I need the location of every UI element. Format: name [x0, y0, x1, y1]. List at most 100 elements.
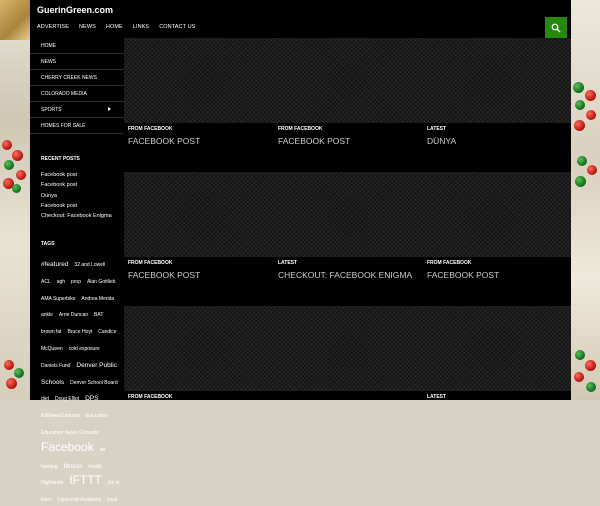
tag-link[interactable]: IFTTT [69, 473, 102, 487]
sidebar-item-colorado-media[interactable]: Colorado Media [30, 86, 124, 102]
search-icon [551, 23, 561, 32]
tag-link[interactable]: agh [57, 279, 65, 285]
tag-link[interactable]: iris in [108, 480, 120, 486]
tag-link[interactable]: prop [71, 279, 81, 285]
post-tile[interactable]: From Facebook [124, 392, 272, 440]
post-thumbnail-placeholder[interactable] [124, 38, 571, 123]
tag-link[interactable]: cold exposure [69, 346, 100, 352]
recent-post-link[interactable]: Facebook post [41, 172, 77, 178]
nav-item-news[interactable]: News [79, 24, 96, 30]
tag-link[interactable]: DPS [85, 395, 98, 402]
tag-link[interactable]: Bruce Hoyt [68, 329, 93, 335]
tag-link[interactable]: Education News Colorado [41, 430, 99, 436]
recent-posts-title: Recent Posts [41, 156, 80, 162]
tag-link[interactable]: health [88, 464, 102, 470]
post-tile[interactable] [274, 392, 422, 440]
tag-link[interactable]: BAT [94, 312, 103, 318]
sidebar-item-label: Homes For Sale [41, 123, 86, 129]
tag-link[interactable]: knee [41, 497, 52, 503]
post-category[interactable]: From Facebook [278, 126, 322, 132]
post-title[interactable]: Dünya [427, 136, 456, 146]
post-row: From Facebook Facebook post Latest Checkout… [124, 172, 571, 306]
sidebar-item-label: News [41, 59, 56, 65]
post-category[interactable]: Latest [278, 260, 297, 266]
tag-link[interactable]: Lipscomb Academy [58, 497, 101, 503]
tag-link[interactable]: local [107, 497, 117, 503]
tag-link[interactable]: Daniels Fund [41, 363, 70, 369]
post-title[interactable]: Facebook post [128, 270, 200, 280]
recent-post-link[interactable]: Checkout: Facebook Enigma [41, 213, 112, 219]
primary-nav: Advertise News Home Links Contact Us [37, 24, 205, 30]
tag-link[interactable]: Alan Gottlieb [87, 279, 116, 285]
nav-item-contact-us[interactable]: Contact Us [159, 24, 195, 30]
tag-link[interactable]: 32 and Lowell [74, 262, 105, 268]
tag-link[interactable]: Andrea Merida [81, 296, 114, 302]
candy-decoration [12, 184, 21, 193]
sidebar-item-cherry-creek-news[interactable]: Cherry Creek News [30, 70, 124, 86]
post-tile[interactable]: From Facebook Facebook post [423, 258, 571, 306]
post-thumbnail-placeholder[interactable] [124, 172, 571, 257]
sidebar-item-homes-for-sale[interactable]: Homes For Sale [30, 118, 124, 134]
tag-link[interactable]: diet [41, 396, 49, 402]
post-title[interactable]: Facebook post [128, 136, 200, 146]
tag-link[interactable]: #featured [41, 261, 68, 268]
post-title[interactable]: Checkout: Facebook Enigma [278, 270, 412, 280]
sidebar-item-label: Home [41, 43, 56, 49]
candy-decoration [574, 120, 585, 131]
candy-decoration [575, 350, 585, 360]
post-tile[interactable]: Latest Dünya [423, 124, 571, 172]
post-tile[interactable]: From Facebook Facebook post [124, 124, 272, 172]
post-row: From Facebook Latest [124, 306, 571, 440]
featured-content-grid: From Facebook Facebook post From Facebook F… [124, 38, 571, 400]
post-thumbnail-placeholder[interactable] [124, 306, 571, 391]
recent-post-link[interactable]: Facebook post [41, 203, 77, 209]
search-button[interactable] [545, 17, 567, 38]
tag-link[interactable]: ankle [41, 312, 53, 318]
tag-link[interactable]: brown fat [41, 329, 62, 335]
site-container: GuerinGreen.com Advertise News Home Link… [30, 0, 571, 503]
tag-link[interactable]: Facebook [41, 440, 94, 454]
tag-cloud: #featured 32 and Lowell ACL agh prop Ala… [41, 254, 121, 506]
sidebar-item-label: Cherry Creek News [41, 75, 97, 81]
post-tile[interactable]: Latest [423, 392, 571, 440]
post-category[interactable]: Latest [427, 126, 446, 132]
tag-link[interactable]: Arne Duncan [59, 312, 88, 318]
tag-link[interactable]: Denver School Board [70, 380, 118, 386]
candy-decoration [577, 156, 587, 166]
post-title[interactable]: Facebook post [427, 270, 499, 280]
post-category[interactable]: From Facebook [128, 260, 172, 266]
nav-item-links[interactable]: Links [133, 24, 149, 30]
background-image-right [571, 0, 600, 400]
tag-link[interactable]: Education [86, 413, 108, 419]
candy-decoration [4, 360, 14, 370]
candy-decoration [12, 150, 23, 161]
tag-link[interactable]: fitness [64, 463, 83, 470]
post-category[interactable]: From Facebook [427, 260, 471, 266]
sidebar-item-label: Colorado Media [41, 91, 87, 97]
post-tile[interactable]: From Facebook Facebook post [274, 124, 422, 172]
sidebar-item-news[interactable]: News [30, 54, 124, 70]
sidebar-item-sports[interactable]: Sports [30, 102, 124, 118]
tag-link[interactable]: EdNewsColorado [41, 413, 80, 419]
tag-link[interactable]: Highlands [41, 480, 63, 486]
tags-title: Tags [41, 241, 55, 247]
post-category[interactable]: From Facebook [128, 126, 172, 132]
candy-decoration [585, 90, 596, 101]
tag-link[interactable]: Doug Elliot [55, 396, 79, 402]
post-category[interactable]: From Facebook [128, 394, 172, 400]
post-category[interactable]: Latest [427, 394, 446, 400]
post-tile[interactable]: Latest Checkout: Facebook Enigma [274, 258, 422, 306]
candy-decoration [16, 170, 26, 180]
candy-decoration [574, 372, 584, 382]
recent-post-link[interactable]: Dünya [41, 193, 57, 199]
post-tile[interactable]: From Facebook Facebook post [124, 258, 272, 306]
post-title[interactable]: Facebook post [278, 136, 350, 146]
site-title[interactable]: GuerinGreen.com [37, 5, 113, 15]
sidebar-item-home[interactable]: Home [30, 38, 124, 54]
recent-post-link[interactable]: Facebook post [41, 182, 77, 188]
nav-item-advertise[interactable]: Advertise [37, 24, 69, 30]
nav-item-home[interactable]: Home [106, 24, 123, 30]
tag-link[interactable]: AMA Superbike [41, 296, 75, 302]
candy-decoration [573, 82, 584, 93]
tag-link[interactable]: ACL [41, 279, 51, 285]
